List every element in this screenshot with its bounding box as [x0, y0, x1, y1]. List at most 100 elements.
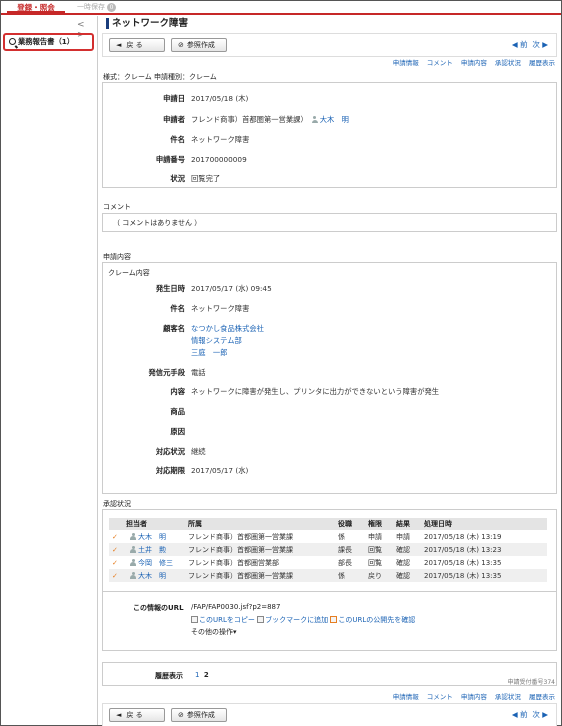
position-cell: 課長	[335, 543, 365, 556]
applicant-link[interactable]: 大木 明	[320, 115, 349, 124]
url-value: /FAP/FAP0030.jsf?p2=887	[191, 603, 281, 611]
toolbar-top: ◄ 戻 る ⊘ 参照作成 ◀ 前 次 ▶	[102, 33, 557, 57]
approval-section: 担当者 所属 役職 権限 結果 処理日時 ✓ 大木 明 フレンド商事）首都圏第一…	[102, 509, 557, 593]
link-approval[interactable]: 承認状況	[495, 693, 521, 701]
content-row: 対応状況 継続	[103, 446, 556, 458]
comment-section: （ コメントはありません ）	[102, 213, 557, 232]
info-value: フレンド商事）首都圏第一営業課）	[191, 115, 308, 124]
content-key: 対応期限	[155, 466, 185, 475]
link-approval[interactable]: 承認状況	[495, 59, 521, 67]
person-icon	[130, 558, 136, 566]
position-cell: 部長	[338, 558, 352, 567]
link-content[interactable]: 申請内容	[461, 59, 487, 67]
prev-link[interactable]: 前	[520, 710, 528, 719]
reference-create-button[interactable]: ⊘ 参照作成	[171, 708, 227, 722]
link-content[interactable]: 申請内容	[461, 693, 487, 701]
back-button[interactable]: ◄ 戻 る	[109, 708, 165, 722]
approver-link[interactable]: 土井 勲	[138, 546, 166, 554]
date-cell: 2017/05/18 (木) 13:35	[424, 558, 502, 567]
arrow-left-icon: ◄	[116, 711, 122, 719]
back-button-label: 戻 る	[126, 711, 143, 719]
temp-save-count-badge: 0	[107, 3, 116, 12]
next-link[interactable]: 次	[532, 710, 540, 719]
info-row-applicant: 申請者 フレンド商事）首都圏第一営業課） 大木 明	[103, 114, 556, 126]
person-icon	[130, 571, 136, 579]
table-row: ✓ 今岡 修三 フレンド商事）首都圏営業部 部長 回覧 確認 2017/05/1…	[109, 556, 547, 569]
other-actions-dropdown[interactable]: その他の操作▾	[191, 627, 237, 637]
link-comment[interactable]: コメント	[427, 59, 453, 67]
approver-link[interactable]: 今岡 修三	[138, 559, 173, 567]
comment-text: （ コメントはありません ）	[113, 219, 202, 227]
info-value: 2017/05/18 (木)	[191, 94, 249, 103]
content-key: 内容	[170, 387, 185, 396]
dept-cell: フレンド商事）首都圏第一営業課	[185, 569, 335, 582]
history-label: 履歴表示	[155, 672, 183, 680]
section-links-top: 申請情報 コメント 申請内容 承認状況 履歴表示	[393, 57, 555, 67]
tab-temp-save-label: 一時保存	[77, 3, 105, 11]
receipt-number: 申請受付番号374	[507, 679, 555, 686]
tab-register-view[interactable]: 登録・照会	[7, 1, 65, 14]
person-icon	[130, 532, 136, 540]
tab-temp-save[interactable]: 一時保存 0	[77, 1, 116, 14]
back-button[interactable]: ◄ 戻 る	[109, 38, 165, 52]
prev-next-nav: ◀ 前 次 ▶	[512, 709, 548, 720]
check-publish-link[interactable]: このURLの公開先を確認	[338, 616, 415, 624]
info-value: 回覧完了	[191, 174, 221, 183]
add-bookmark-link[interactable]: ブックマークに追加	[265, 616, 328, 624]
customer-dept-link[interactable]: 情報システム部	[191, 335, 242, 347]
next-icon: ▶	[542, 710, 548, 719]
link-comment[interactable]: コメント	[427, 693, 453, 701]
arrow-left-icon: ◄	[116, 41, 122, 49]
sidebar-item-business-report[interactable]: 業務報告書（1）	[3, 33, 94, 51]
link-app-info[interactable]: 申請情報	[393, 693, 419, 701]
check-icon: ✓	[109, 569, 123, 582]
comment-heading: コメント	[103, 203, 131, 211]
copy-url-link[interactable]: このURLをコピー	[199, 616, 255, 624]
authority-cell: 回覧	[365, 543, 393, 556]
history-pager: 1 2	[195, 671, 209, 679]
link-history[interactable]: 履歴表示	[529, 693, 555, 701]
history-page-1[interactable]: 1	[195, 671, 199, 679]
content-key: 商品	[170, 407, 185, 416]
date-cell: 2017/05/18 (木) 13:35	[421, 569, 547, 582]
check-icon: ✓	[112, 532, 118, 541]
content-value: 電話	[191, 368, 206, 377]
prev-link[interactable]: 前	[520, 40, 528, 49]
page-title: ネットワーク障害	[106, 18, 188, 29]
content-row: 対応期限 2017/05/17 (水)	[103, 465, 556, 477]
check-icon: ✓	[112, 558, 118, 567]
authority-cell: 戻り	[365, 569, 393, 582]
customer-company-link[interactable]: なつかし食品株式会社	[191, 323, 264, 335]
approval-heading: 承認状況	[103, 500, 131, 508]
content-key: 対応状況	[155, 447, 185, 456]
content-section: クレーム内容 発生日時 2017/05/17 (水) 09:45 件名 ネットワーク…	[102, 262, 557, 494]
publish-check-icon	[330, 616, 338, 623]
content-heading: 申請内容	[103, 253, 131, 261]
approver-link[interactable]: 大木 明	[138, 533, 166, 541]
approver-link[interactable]: 大木 明	[138, 572, 166, 580]
link-history[interactable]: 履歴表示	[529, 59, 555, 67]
customer-person-link[interactable]: 三庭 一郎	[191, 347, 227, 359]
info-key: 申請者	[163, 115, 185, 124]
sidebar: < > 業務報告書（1）	[1, 16, 98, 725]
url-actions: このURLをコピー ブックマークに追加 このURLの公開先を確認	[191, 615, 415, 625]
position-cell: 係	[335, 569, 365, 582]
dept-cell: フレンド商事）首都圏営業部	[188, 558, 279, 567]
copy-icon	[191, 616, 198, 623]
info-value: 201700000009	[191, 155, 247, 164]
table-row: ✓ 大木 明 フレンド商事）首都圏第一営業課 係 申請 申請 2017/05/1…	[109, 530, 547, 543]
content-key: 発生日時	[155, 284, 185, 293]
reference-create-button[interactable]: ⊘ 参照作成	[171, 38, 227, 52]
dept-cell: フレンド商事）首都圏第一営業課	[188, 532, 293, 541]
result-cell: 申請	[396, 532, 410, 541]
content-key: 発信元手段	[148, 368, 185, 377]
position-cell: 係	[338, 532, 345, 541]
link-app-info[interactable]: 申請情報	[393, 59, 419, 67]
info-key: 申請番号	[155, 155, 185, 164]
next-link[interactable]: 次	[532, 40, 540, 49]
result-cell: 確認	[396, 558, 410, 567]
url-label: この情報のURL	[133, 604, 184, 612]
content-subheading: クレーム内容	[108, 269, 150, 277]
back-button-label: 戻 る	[126, 41, 143, 49]
content-value: 継続	[191, 447, 206, 456]
